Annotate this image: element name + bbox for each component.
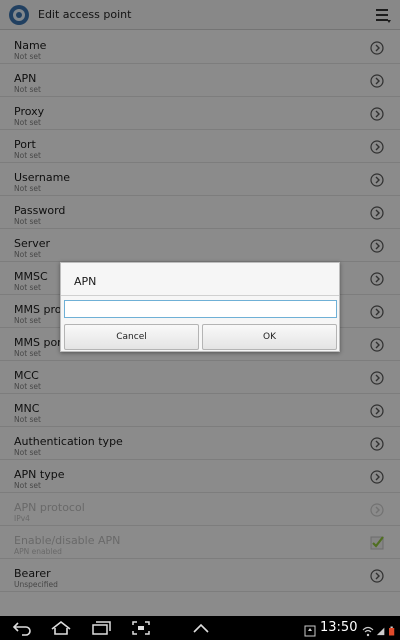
recent-apps-icon[interactable]: [90, 620, 112, 636]
wifi-icon: [362, 622, 374, 640]
home-icon[interactable]: [50, 620, 72, 636]
dialog-divider: [61, 295, 339, 296]
dialog-title: APN: [74, 275, 97, 288]
screenshot-icon[interactable]: [130, 620, 152, 636]
apn-input[interactable]: [64, 300, 337, 318]
ok-button[interactable]: OK: [202, 324, 337, 350]
chevron-up-icon[interactable]: [190, 620, 212, 636]
apn-dialog: APN Cancel OK: [60, 262, 340, 352]
cancel-button[interactable]: Cancel: [64, 324, 199, 350]
system-bar: 13:50: [0, 616, 400, 640]
back-icon[interactable]: [12, 620, 34, 636]
signal-icon: [376, 622, 386, 640]
notification-icon: [304, 622, 316, 640]
clock: 13:50: [320, 620, 358, 635]
battery-icon: [389, 622, 395, 640]
